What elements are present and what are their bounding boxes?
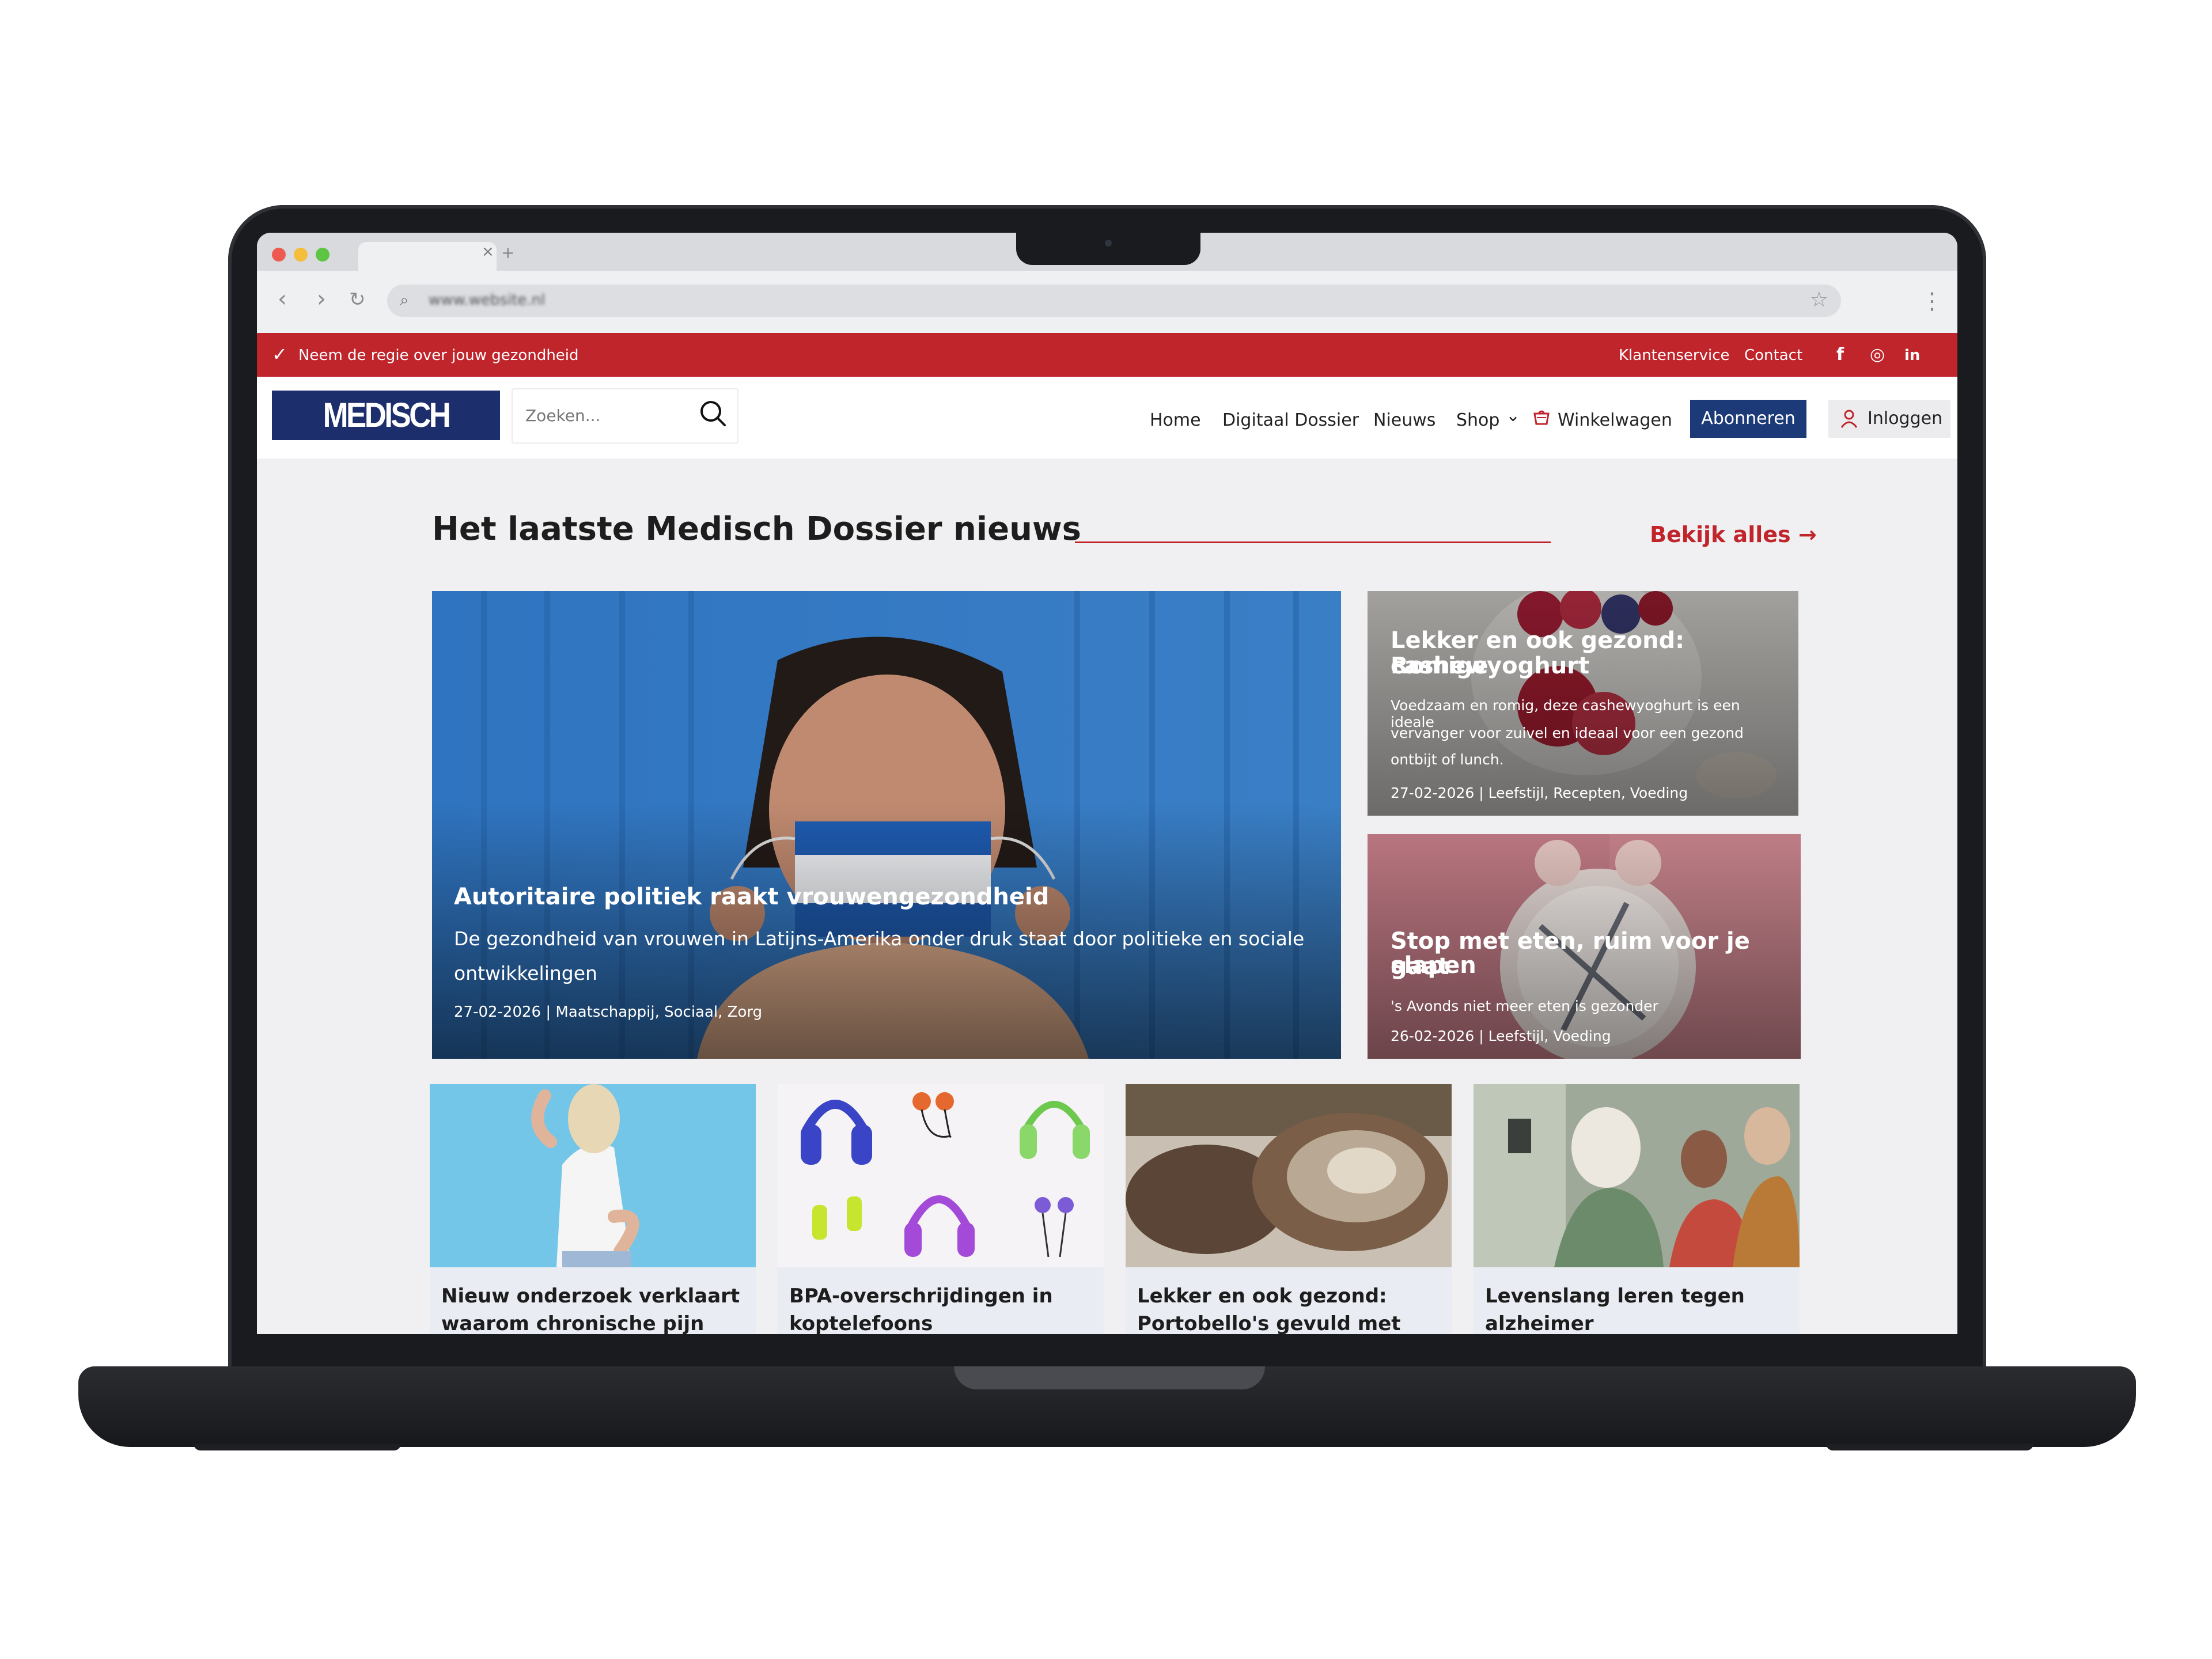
tab-close-icon[interactable]: × [482,243,494,260]
side-article-title-line2: slapen [1391,952,1476,979]
address-bar[interactable]: ⌕ www.website.nl ☆ [387,285,1841,317]
news-section: Het laatste Medisch Dossier nieuws Bekij… [257,459,1957,1334]
article-image [1126,1084,1452,1267]
instagram-icon[interactable]: ◎ [1870,344,1885,365]
user-icon [1840,410,1858,428]
login-button[interactable]: Inloggen [1828,400,1950,438]
announcement-bar: ✓ Neem de regie over jouw gezondheid Kla… [257,333,1957,377]
article-title-line2: Portobello's gevuld met wilde [1137,1312,1401,1334]
facebook-icon[interactable]: f [1836,344,1844,365]
article-title-line1: Nieuw onderzoek verklaart [441,1285,740,1308]
subscribe-button[interactable]: Abonneren [1690,400,1806,438]
article-title-line2: waarom chronische pijn langer [441,1312,704,1334]
side-article-card[interactable]: Stop met eten, ruim voor je gaat slapen … [1368,834,1801,1059]
article-card[interactable]: Lekker en ook gezond: Portobello's gevuld… [1126,1084,1452,1334]
cart-icon [1533,410,1550,425]
arrow-right-icon: → [1798,522,1817,547]
side-article-title-line2: cashewyoghurt [1391,653,1590,679]
section-title: Het laatste Medisch Dossier nieuws [432,510,1081,548]
search-input[interactable] [524,403,688,427]
forward-icon[interactable]: › [317,286,326,312]
article-title: Levenslang leren tegen alzheimer [1485,1282,1790,1334]
side-article-card[interactable]: Lekker en ook gezond: Romige cashewyoghu… [1368,591,1798,816]
site-header: MEDISCH DOSSIER Home Digitaal Dossier Ni… [257,377,1957,484]
new-tab-icon[interactable]: + [501,243,514,262]
laptop-foot [194,1444,401,1450]
featured-article-excerpt-line1: De gezondheid van vrouwen in Latijns-Ame… [454,927,1305,950]
side-article-excerpt-line3: ontbijt of lunch. [1391,751,1504,768]
article-title: Lekker en ook gezond: Portobello's gevuld… [1137,1282,1442,1334]
side-article-meta: 27-02-2026 | Leefstijl, Recepten, Voedin… [1391,785,1688,801]
browser-toolbar: ‹ › ↻ ⌕ www.website.nl ☆ ⋮ [257,271,1957,334]
article-title-line1: Levenslang leren tegen [1485,1285,1745,1308]
reload-icon[interactable]: ↻ [349,288,366,311]
see-all-label: Bekijk alles [1650,522,1791,547]
article-image [430,1084,756,1267]
camera-notch [1016,233,1200,265]
featured-article-image [432,591,1341,1059]
nav-digitaal-dossier[interactable]: Digitaal Dossier [1222,410,1359,430]
featured-article-meta: 27-02-2026 | Maatschappij, Sociaal, Zorg [454,1003,763,1021]
article-card[interactable]: BPA-overschrijdingen in koptelefoons [778,1084,1104,1334]
maximize-window-button[interactable] [316,248,329,262]
login-label: Inloggen [1868,408,1943,429]
side-article-excerpt: 's Avonds niet meer eten is gezonder [1391,998,1658,1014]
article-title: BPA-overschrijdingen in koptelefoons [789,1282,1094,1334]
article-title-line2: koptelefoons [789,1312,933,1334]
article-card[interactable]: Nieuw onderzoek verklaart waarom chronisc… [430,1084,756,1334]
chevron-down-icon[interactable]: ⌄ [1506,406,1520,426]
title-divider [1075,541,1551,543]
tagline: Neem de regie over jouw gezondheid [298,347,579,364]
site-logo[interactable]: MEDISCH DOSSIER [272,391,500,484]
nav-shop[interactable]: Shop [1456,410,1499,430]
article-title-line1: BPA-overschrijdingen in [789,1285,1053,1308]
check-icon: ✓ [272,343,287,365]
article-image [1474,1084,1800,1267]
back-icon[interactable]: ‹ [278,286,287,312]
camera-icon [1105,240,1112,247]
article-title: Nieuw onderzoek verklaart waarom chronisc… [441,1282,747,1334]
contact-link[interactable]: Contact [1744,347,1802,364]
nav-home[interactable]: Home [1150,410,1201,430]
see-all-link[interactable]: Bekijk alles → [1650,522,1817,547]
side-article-excerpt-line2: vervanger voor zuivel en ideaal voor een… [1391,725,1744,741]
laptop-foot [1826,1444,2033,1450]
search-box [512,388,738,444]
browser-menu-icon[interactable]: ⋮ [1921,288,1944,315]
url-text: www.website.nl [429,291,546,309]
nav-winkelwagen[interactable]: Winkelwagen [1558,410,1672,430]
search-icon[interactable] [697,397,729,430]
article-image [778,1084,1104,1267]
article-title-line2: alzheimer [1485,1312,1594,1334]
article-card[interactable]: Levenslang leren tegen alzheimer [1474,1084,1800,1334]
browser-window: × + ‹ › ↻ ⌕ www.website.nl ☆ ⋮ ✓ Neem de… [257,233,1957,1334]
minimize-window-button[interactable] [294,248,308,262]
featured-article-card[interactable]: Autoritaire politiek raakt vrouwengezond… [432,591,1341,1059]
article-title-line1: Lekker en ook gezond: [1137,1285,1387,1308]
nav-nieuws[interactable]: Nieuws [1373,410,1435,430]
featured-article-excerpt-line2: ontwikkelingen [454,962,597,984]
search-icon: ⌕ [400,290,409,309]
close-window-button[interactable] [272,248,286,262]
linkedin-icon[interactable]: in [1904,347,1920,364]
customer-service-link[interactable]: Klantenservice [1619,347,1730,364]
bookmark-star-icon[interactable]: ☆ [1810,288,1828,312]
browser-tab[interactable] [358,242,497,271]
featured-article-title: Autoritaire politiek raakt vrouwengezond… [454,884,1050,910]
side-article-meta: 26-02-2026 | Leefstijl, Voeding [1391,1028,1611,1044]
laptop-opening-notch [954,1366,1265,1389]
